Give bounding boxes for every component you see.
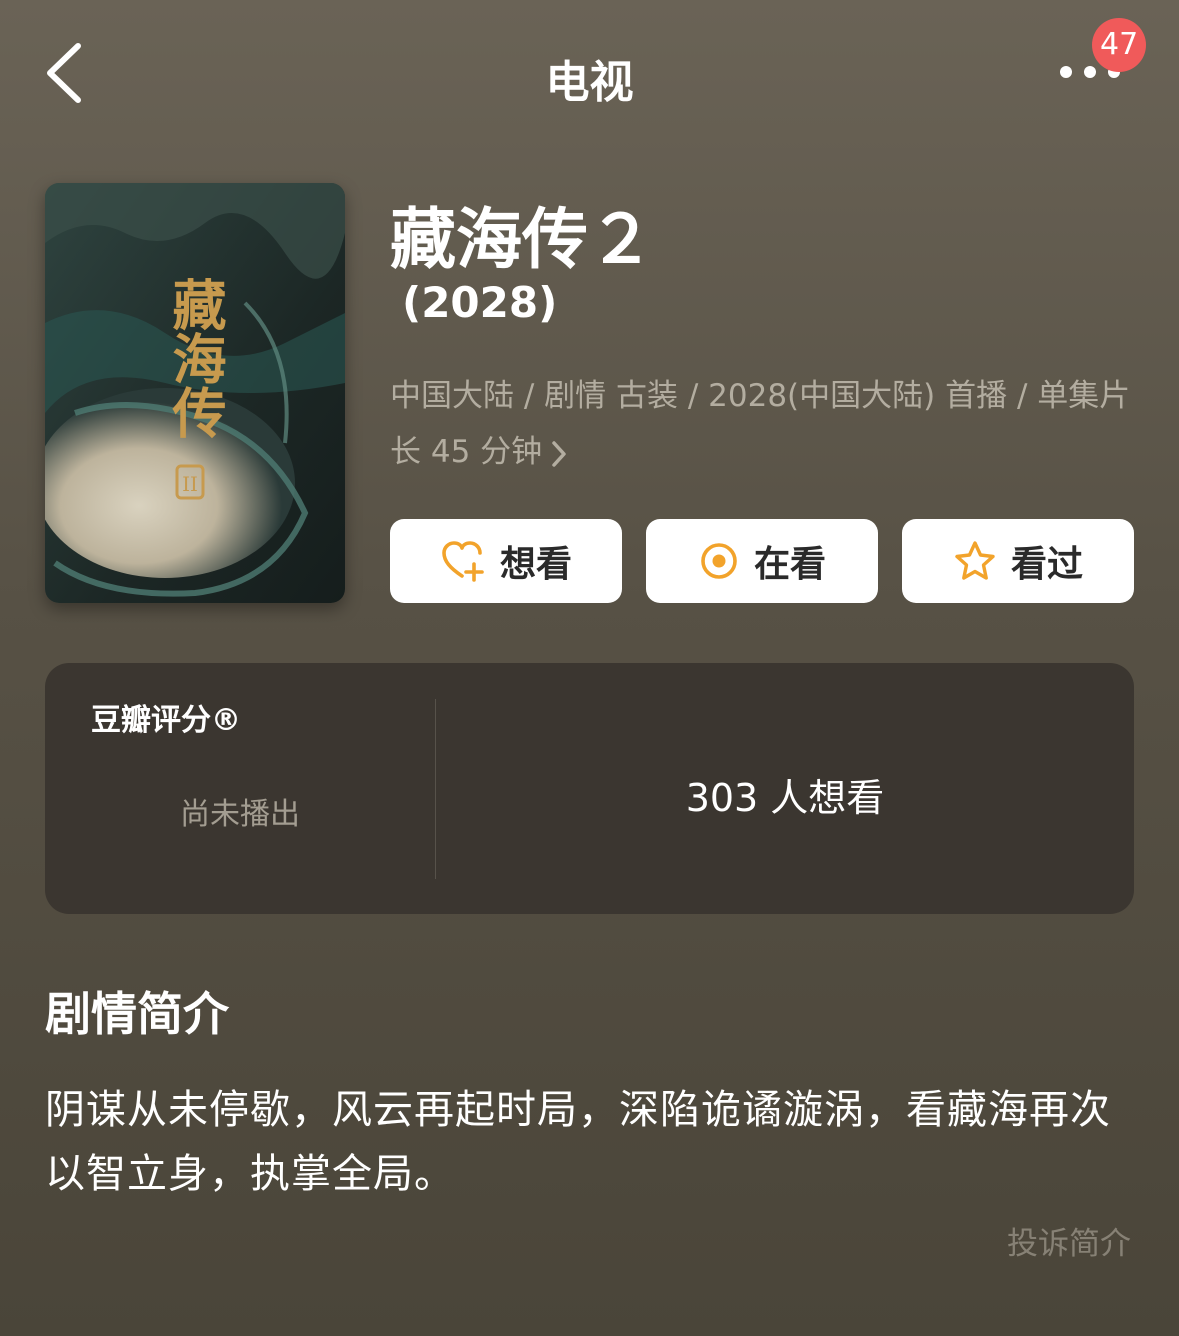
top-nav-bar: 电视 47 xyxy=(0,0,1179,150)
svg-text:藏海传: 藏海传 xyxy=(163,277,227,439)
chevron-left-icon xyxy=(47,43,81,103)
notification-badge: 47 xyxy=(1092,18,1147,72)
watched-button[interactable]: 看过 xyxy=(902,519,1134,603)
movie-meta-text: 中国大陆 / 剧情 古装 / 2028(中国大陆) 首播 / 单集片长 45 分… xyxy=(390,378,1131,470)
movie-year: (2028) xyxy=(402,278,558,327)
action-buttons: 想看 在看 看过 xyxy=(390,519,1134,603)
rating-status: 尚未播出 xyxy=(180,797,300,832)
rating-card[interactable]: 豆瓣评分® 尚未播出 303 人想看 xyxy=(45,663,1134,914)
report-synopsis-link[interactable]: 投诉简介 xyxy=(1007,1218,1131,1263)
poster-title-text: 藏海传 xyxy=(163,277,227,439)
want-count: 303 人想看 xyxy=(685,776,885,820)
watching-button[interactable]: 在看 xyxy=(646,519,878,603)
rating-label: 豆瓣评分® xyxy=(91,703,241,738)
movie-title: 藏海传２ xyxy=(390,201,654,278)
watching-label: 在看 xyxy=(753,544,826,585)
chevron-right-icon xyxy=(552,440,566,467)
watched-label: 看过 xyxy=(1010,544,1083,585)
synopsis-title: 剧情简介 xyxy=(45,987,229,1041)
back-button[interactable] xyxy=(38,38,98,108)
want-to-watch-button[interactable]: 想看 xyxy=(390,519,622,603)
want-to-watch-label: 想看 xyxy=(499,544,572,585)
poster-mark: II xyxy=(182,472,198,496)
star-outline-icon xyxy=(955,541,995,580)
target-circle-icon xyxy=(701,543,737,579)
page-title: 电视 xyxy=(545,57,634,108)
poster-image[interactable]: 藏海传 II xyxy=(45,183,345,603)
movie-meta-link[interactable]: 中国大陆 / 剧情 古装 / 2028(中国大陆) 首播 / 单集片长 45 分… xyxy=(390,368,1140,480)
heart-plus-icon xyxy=(442,541,484,582)
synopsis-text: 阴谋从未停歇，风云再起时局，深陷诡谲漩涡，看藏海再次以智立身，执掌全局。 xyxy=(45,1087,1111,1197)
